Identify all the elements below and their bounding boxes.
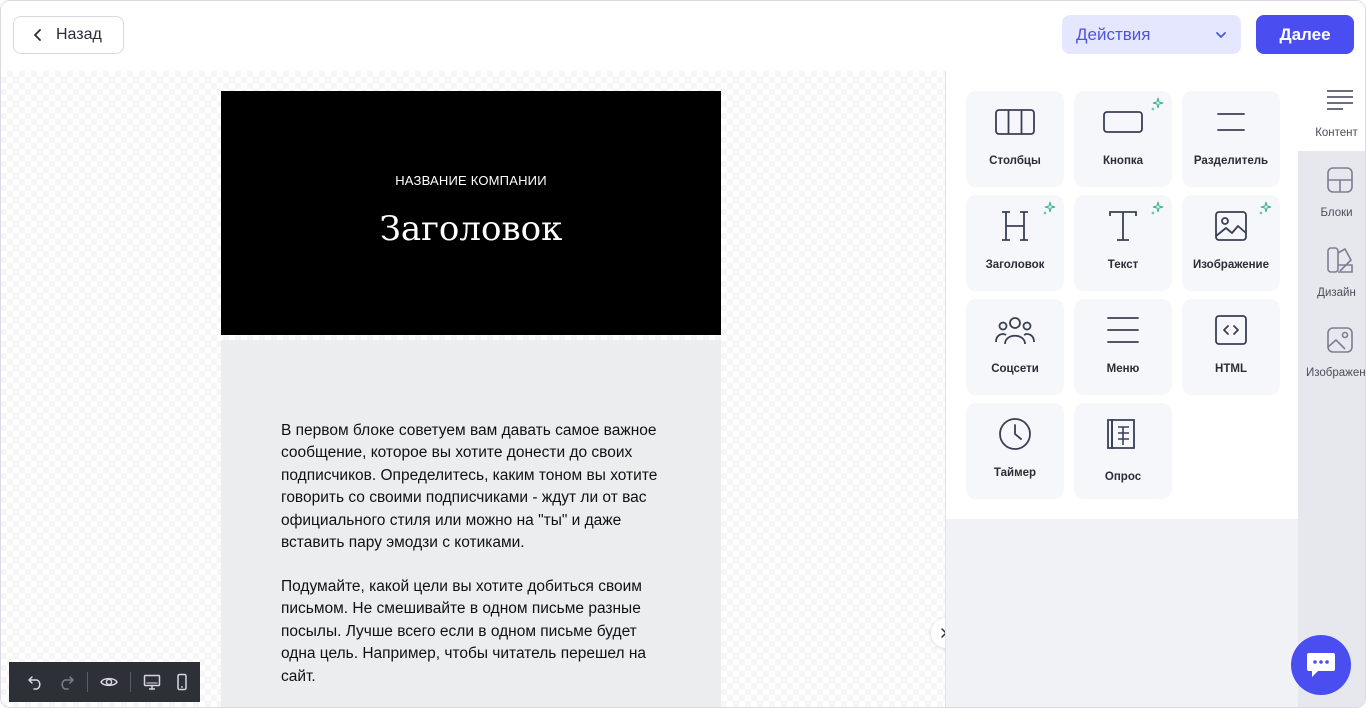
canvas-toolbar [9,662,200,702]
sparkle-icon [1151,97,1164,111]
block-tile-html[interactable]: HTML [1182,299,1280,395]
content-icon [1327,90,1353,110]
block-tile-label: Текст [1107,259,1139,271]
email-canvas: НАЗВАНИЕ КОМПАНИИ Заголовок В первом бло… [1,71,961,707]
block-tile-label: Таймер [993,467,1037,479]
desktop-view-button[interactable] [137,667,167,697]
text-icon [1109,211,1137,241]
top-bar: Назад Действия Далее [1,1,1365,71]
company-name: НАЗВАНИЕ КОМПАНИИ [395,173,547,188]
undo-button[interactable] [21,667,51,697]
content-panel: Столбцы Кнопка Разделитель Заголовок Тек… [945,71,1299,707]
actions-dropdown-label: Действия [1076,24,1151,44]
sidebar-item-label: Изображения [1306,367,1366,379]
email-title: Заголовок [379,209,563,249]
block-tile-divider[interactable]: Разделитель [1182,91,1280,187]
block-tile-button[interactable]: Кнопка [1074,91,1172,187]
block-tile-heading[interactable]: Заголовок [966,195,1064,291]
mobile-view-button[interactable] [167,667,197,697]
block-tile-timer[interactable]: Таймер [966,403,1064,499]
block-tile-poll[interactable]: Опрос [1074,403,1172,499]
block-tile-menu[interactable]: Меню [1074,299,1172,395]
sidebar-item-design[interactable]: Дизайн [1298,231,1365,311]
block-tile-label: Меню [1106,363,1140,375]
chevron-down-icon [1216,31,1226,38]
design-icon [1327,247,1353,273]
poll-icon [1107,419,1135,449]
heading-icon [1002,211,1028,241]
sidebar-item-images[interactable]: Изображения [1298,311,1366,391]
columns-icon [995,109,1035,135]
sidebar-item-blocks[interactable]: Блоки [1298,151,1365,231]
paragraph-1: В первом блоке советуем вам давать самое… [281,422,658,552]
block-tile-label: Кнопка [1102,155,1144,167]
email-text-block[interactable]: В первом блоке советуем вам давать самое… [221,340,721,707]
toolbar-divider [130,672,131,692]
menu-icon [1107,317,1139,343]
block-tile-label: Заголовок [985,259,1045,271]
block-tile-social[interactable]: Соцсети [966,299,1064,395]
html-icon [1215,315,1247,345]
paragraph-2: Подумайте, какой цели вы хотите добиться… [281,578,647,685]
back-button-label: Назад [56,26,102,43]
block-tile-label: Столбцы [989,155,1041,167]
sparkle-icon [1151,201,1164,215]
block-tile-label: Разделитель [1193,155,1269,167]
images-icon [1327,327,1353,353]
block-tile-label: Изображение [1192,259,1270,271]
sidebar-item-content[interactable]: Контент [1290,71,1365,151]
button-icon [1103,111,1143,133]
sparkle-icon [1043,201,1056,215]
block-tile-label: Соцсети [991,363,1039,375]
block-tile-columns[interactable]: Столбцы [966,91,1064,187]
redo-button[interactable] [51,667,81,697]
actions-dropdown[interactable]: Действия [1062,15,1241,54]
block-tile-image[interactable]: Изображение [1182,195,1280,291]
sidebar-item-label: Блоки [1320,207,1353,219]
back-button[interactable]: Назад [13,16,124,54]
sidebar-item-label: Дизайн [1317,287,1356,299]
toolbar-divider [87,672,88,692]
editor-sidebar: Контент Блоки Дизайн Изображения [1290,71,1366,707]
image-icon [1215,211,1247,241]
sidebar-item-label: Контент [1315,127,1358,139]
timer-icon [999,418,1031,450]
active-indicator [1290,99,1298,115]
blocks-icon [1327,167,1353,193]
block-tile-label: HTML [1215,363,1247,375]
desktop-icon [143,674,161,690]
chat-support-button[interactable] [1291,635,1351,695]
eye-icon [100,677,118,687]
sparkle-icon [1259,201,1272,215]
mobile-icon [177,673,187,691]
redo-icon [61,676,74,690]
content-blocks-grid: Столбцы Кнопка Разделитель Заголовок Тек… [946,71,1299,519]
divider-icon [1217,113,1245,131]
block-tile-text[interactable]: Текст [1074,195,1172,291]
block-tile-label: Опрос [1104,471,1142,483]
preview-button[interactable] [94,667,124,697]
next-button[interactable]: Далее [1256,15,1354,54]
editor-window: Назад Действия Далее НАЗВАНИЕ КОМПАНИИ З… [0,0,1366,708]
social-icon [995,317,1035,345]
chevron-left-icon [34,29,41,41]
undo-icon [28,676,41,690]
email-hero-block[interactable]: НАЗВАНИЕ КОМПАНИИ Заголовок [221,91,721,335]
chat-icon [1307,653,1335,677]
